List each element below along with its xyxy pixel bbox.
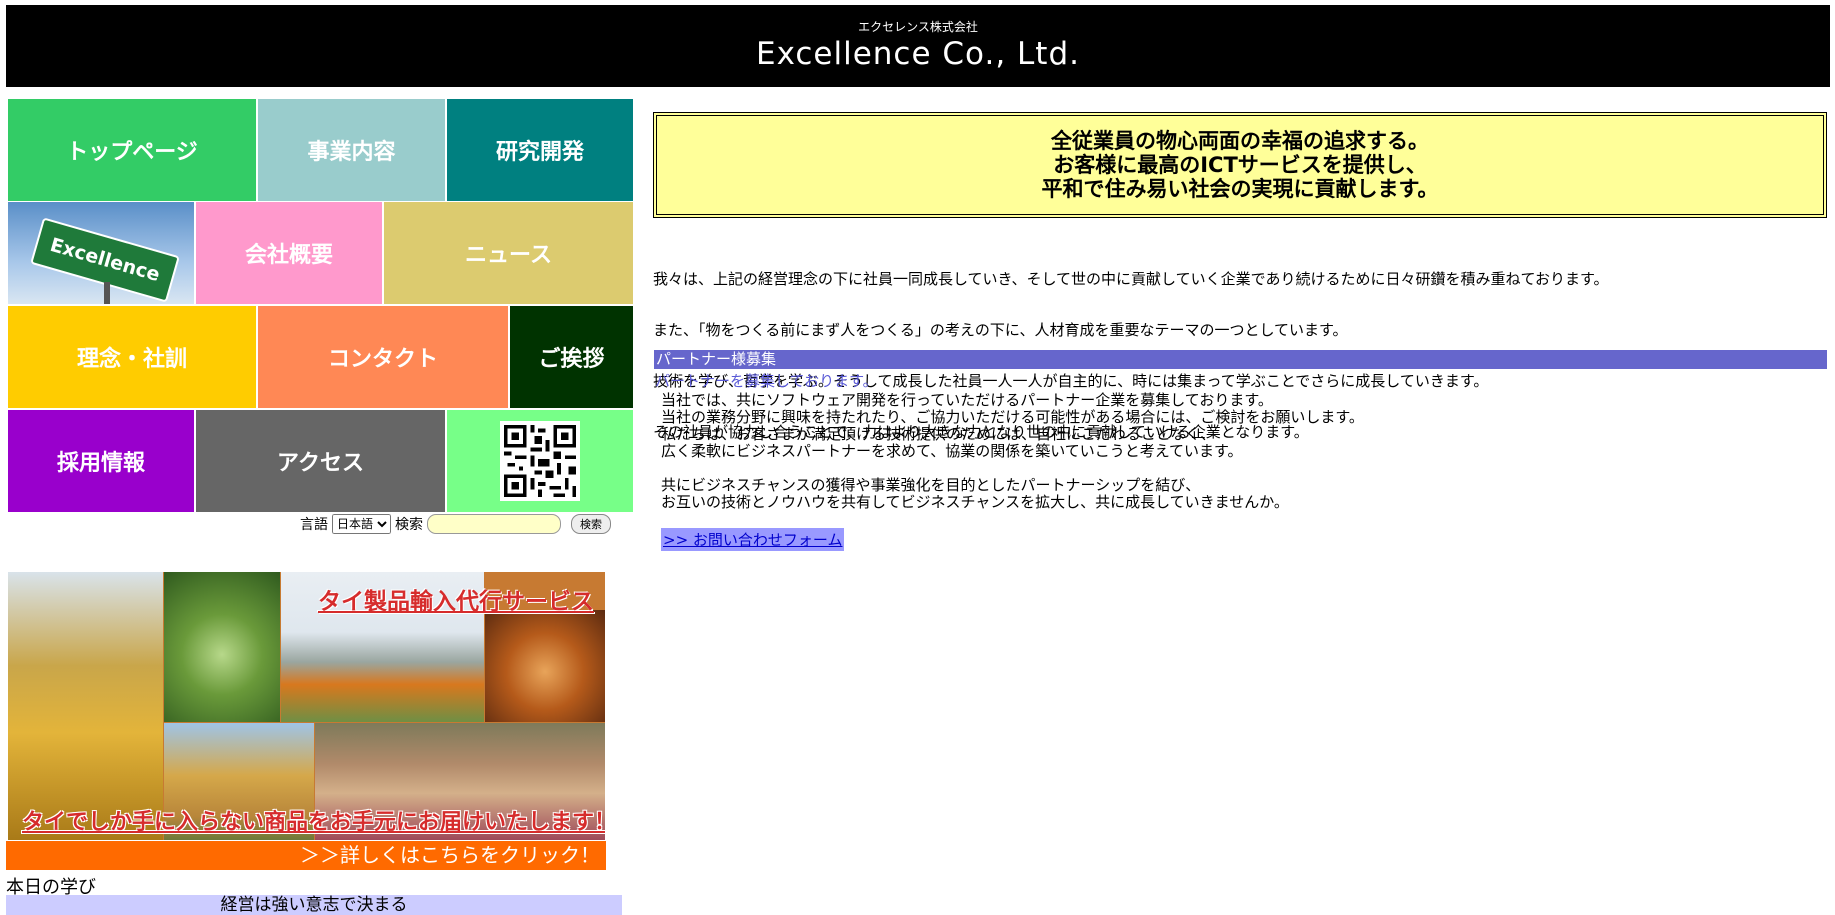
language-label: 言語 (300, 517, 328, 533)
search-label: 検索 (395, 517, 423, 533)
nav-company[interactable]: 会社概要 (196, 202, 382, 304)
banner-tagline: タイでしか手に入らない商品をお手元にお届けいたします！ (22, 810, 605, 835)
search-button[interactable]: 検索 (571, 514, 611, 534)
partner-body-line-3: 私たちは、お客さまが満足頂ける技術提供のためには、自社にこだわることなく、 (661, 425, 1216, 443)
contact-form-link[interactable]: >> お問い合わせフォーム (661, 528, 845, 551)
search-row: 言語 日本語 検索 検索 (300, 513, 611, 535)
nav-business[interactable]: 事業内容 (258, 99, 445, 201)
nav-greeting[interactable]: ご挨拶 (510, 306, 633, 408)
nav-access[interactable]: アクセス (196, 410, 445, 512)
nav-contact[interactable]: コンタクト (258, 306, 508, 408)
philosophy-line-1: 全従業員の物心両面の幸福の追求する。 (1051, 129, 1429, 153)
company-kana: エクセレンス株式会社 (858, 20, 978, 34)
banner-title: タイ製品輸入代行サービス (318, 589, 594, 615)
nav-top-page[interactable]: トップページ (8, 99, 256, 201)
philosophy-line-3: 平和で住み易い社会の実現に貢献します。 (1041, 177, 1439, 201)
intro-line-2: また、「物をつくる前にまず人をつくる」の考えの下に、人材育成を重要なテーマの一つ… (653, 321, 1348, 339)
site-header: エクセレンス株式会社 Excellence Co., Ltd. (6, 5, 1830, 87)
intro-line-1: 我々は、上記の経営理念の下に社員一同成長していき、そして世の中に貢献していく企業… (653, 270, 1609, 288)
fruit-photo (164, 572, 280, 722)
partner-body-line-6: お互いの技術とノウハウを共有してビジネスチャンスを拡大し、共に成長していきません… (661, 493, 1289, 511)
nav-recruit[interactable]: 採用情報 (8, 410, 194, 512)
excellence-sign-image[interactable]: Excellence (8, 202, 194, 304)
language-select[interactable]: 日本語 (332, 514, 391, 534)
partner-body: 当社では、共にソフトウェア開発を行っていただけるパートナー企業を募集しております… (661, 392, 1364, 511)
partner-body-line-2: 当社の業務分野に興味を持たれたり、ご協力いただける可能性がある場合には、ご検討を… (661, 408, 1364, 426)
partner-subheading: パートナーを募集しております。 (655, 372, 878, 390)
learning-headline: 経営は強い意志で決まる (6, 895, 622, 915)
company-name[interactable]: Excellence Co., Ltd. (6, 36, 1830, 72)
banner-click-link[interactable]: ＞＞詳しくはこちらをクリック！ (6, 841, 606, 870)
nav-philosophy[interactable]: 理念・社訓 (8, 306, 256, 408)
soup-photo (485, 610, 605, 722)
search-input[interactable] (427, 514, 561, 534)
buddha-photo (8, 572, 163, 840)
philosophy-box: 全従業員の物心両面の幸福の追求する。 お客様に最高のICTサービスを提供し、 平… (653, 112, 1827, 218)
partner-body-line-5: 共にビジネスチャンスの獲得や事業強化を目的としたパートナーシップを結び、 (661, 476, 1201, 494)
nav-news[interactable]: ニュース (384, 202, 633, 304)
thai-import-banner[interactable]: タイ製品輸入代行サービス タイでしか手に入らない商品をお手元にお届けいたします！ (8, 572, 605, 840)
partner-heading: パートナー様募集 (654, 350, 1827, 369)
sign-post (104, 282, 110, 304)
philosophy-line-2: お客様に最高のICTサービスを提供し、 (1053, 153, 1427, 177)
nav-research[interactable]: 研究開発 (447, 99, 633, 201)
qr-code-icon (500, 421, 580, 501)
partner-body-line-4: 広く柔軟にビジネスパートナーを求めて、協業の関係を築いていこうと考えています。 (661, 442, 1243, 460)
partner-body-line-1: 当社では、共にソフトウェア開発を行っていただけるパートナー企業を募集しております… (661, 391, 1273, 409)
